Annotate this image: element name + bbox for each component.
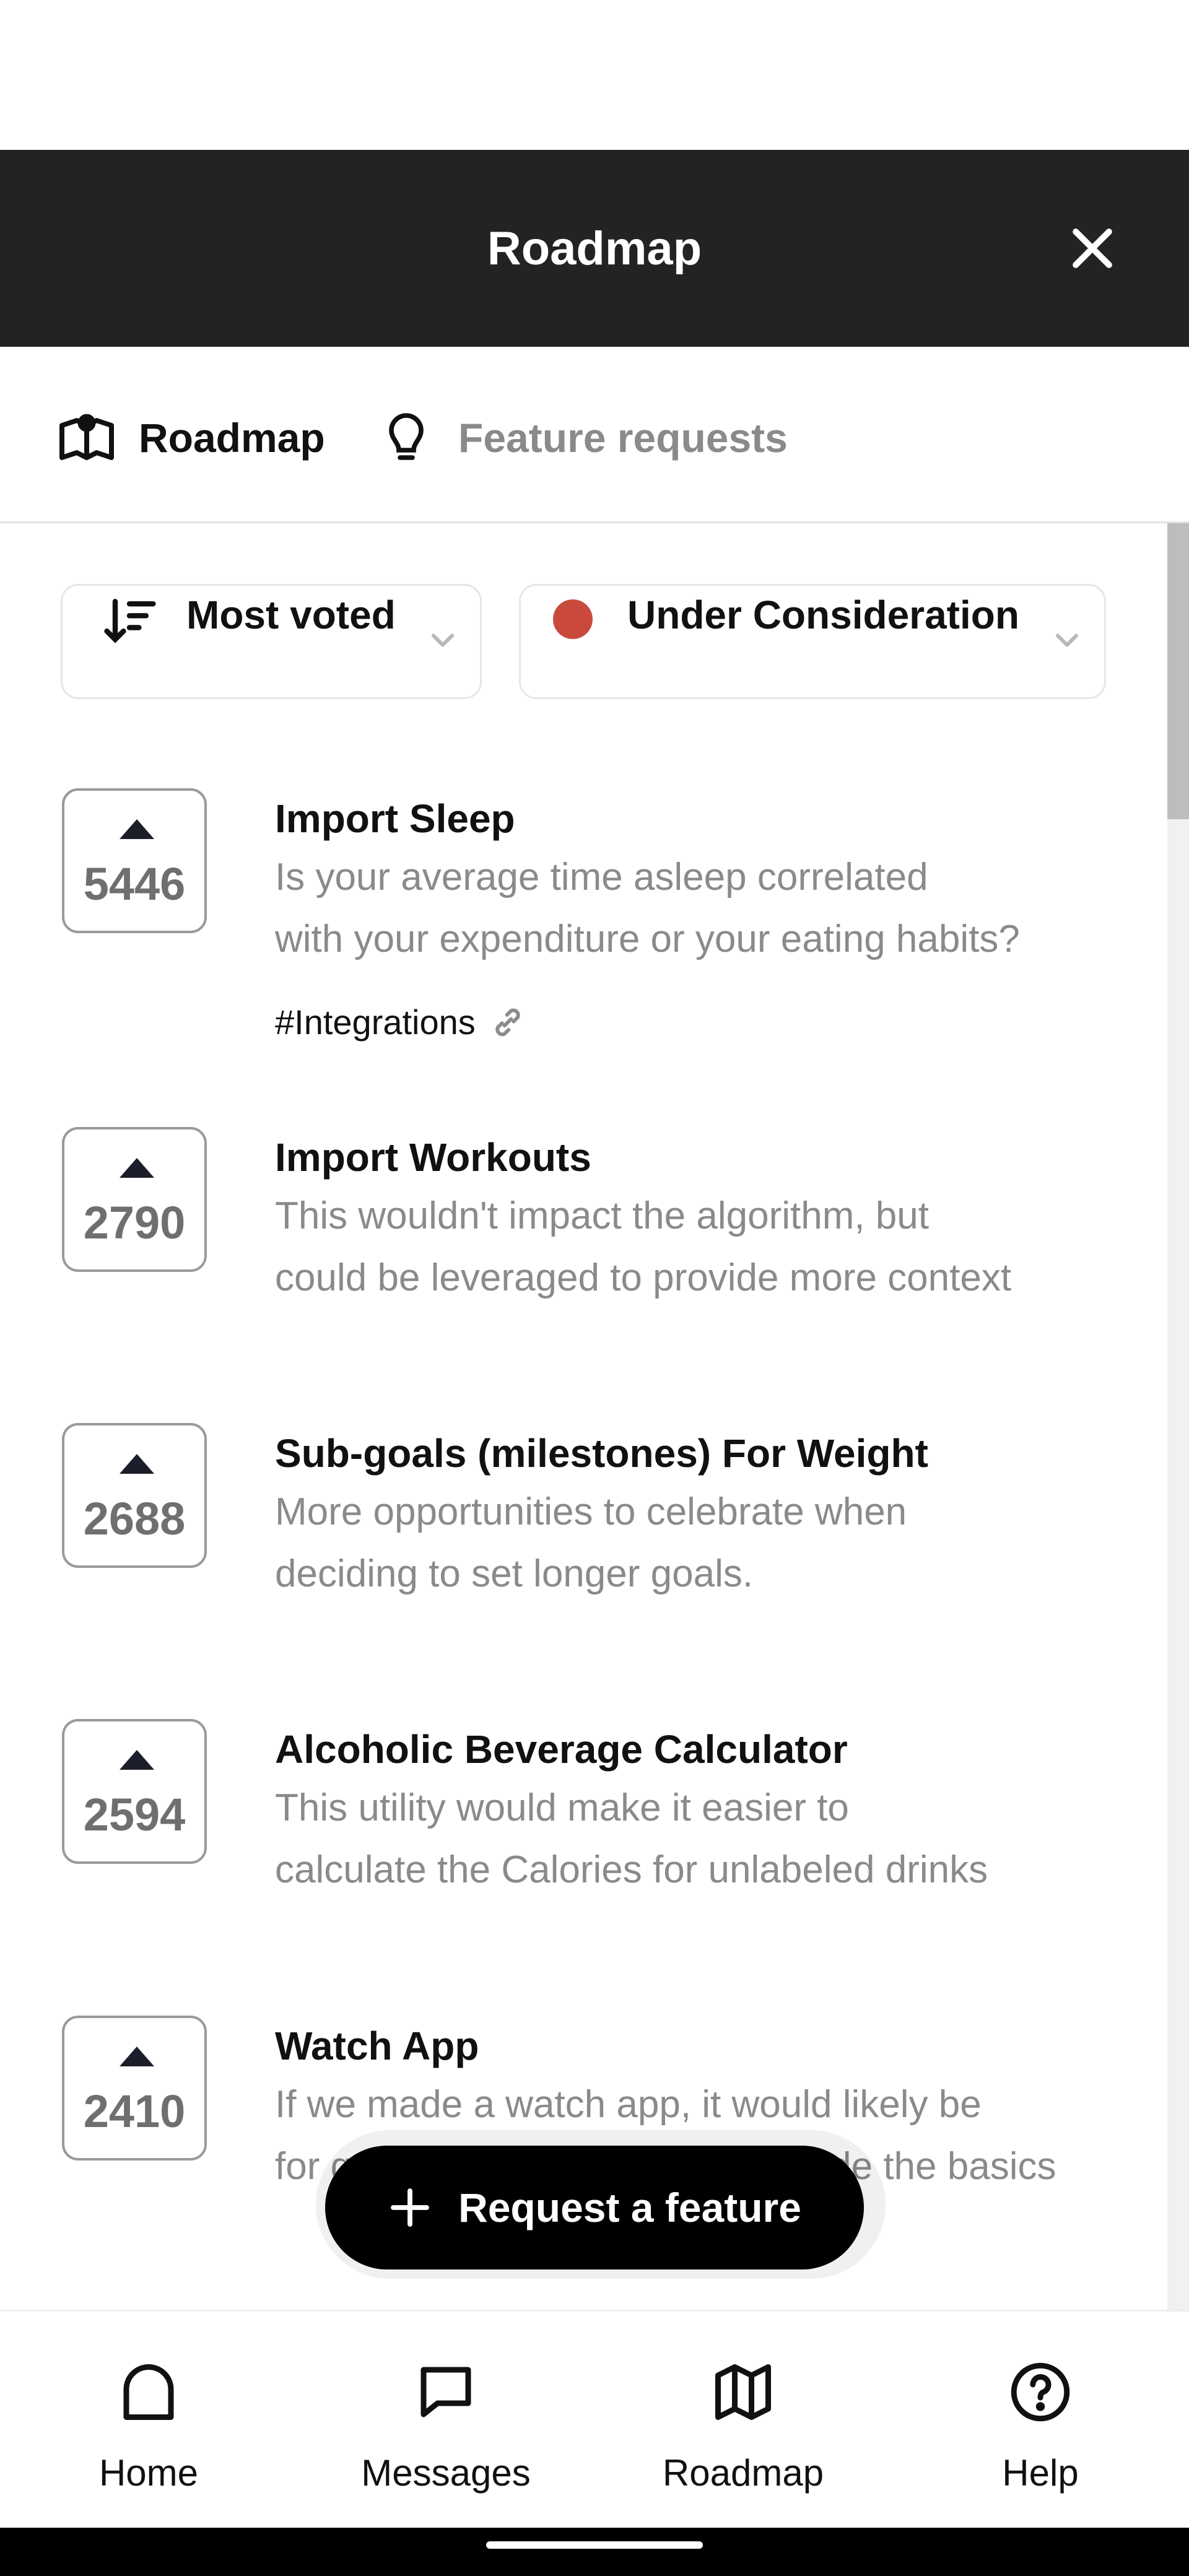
tab-roadmap-label: Roadmap (139, 415, 325, 461)
feature-item: 2688 Sub-goals (milestones) For Weight M… (0, 1423, 1167, 1683)
chat-bubble-icon (420, 2367, 471, 2417)
nav-messages-label: Messages (361, 2452, 531, 2494)
page-title: Roadmap (487, 222, 702, 275)
nav-home-label: Home (98, 2452, 199, 2494)
feature-item: 2594 Alcoholic Beverage Calculator This … (0, 1719, 1167, 1979)
vote-count: 2790 (83, 1197, 186, 1248)
header: Roadmap (0, 150, 1189, 347)
upvote-arrow-icon (120, 2047, 154, 2066)
scrollbar-thumb[interactable] (1167, 523, 1189, 819)
system-navigation-bar (0, 2528, 1189, 2576)
tab-feature-requests[interactable]: Feature requests (377, 404, 788, 472)
nav-messages[interactable]: Messages (297, 2359, 594, 2513)
feature-title[interactable]: Alcoholic Beverage Calculator (275, 1726, 848, 1772)
feature-description-line: Is your average time asleep correlated (275, 856, 928, 899)
sort-dropdown-label: Most voted (186, 593, 396, 637)
feature-tag[interactable]: #Integrations (275, 1002, 528, 1042)
home-indicator[interactable] (486, 2541, 703, 2549)
close-icon (1073, 228, 1112, 268)
nav-help-label: Help (1002, 2452, 1079, 2494)
feature-description-line: This wouldn't impact the algorithm, but (275, 1194, 929, 1237)
status-bar-area (0, 0, 1189, 150)
feature-title[interactable]: Sub-goals (milestones) For Weight (275, 1430, 928, 1476)
feature-description: This utility would make it easier to cal… (275, 1777, 1061, 1901)
plus-icon (391, 2188, 429, 2227)
feature-description-line: If we made a watch app, it would likely … (275, 2083, 982, 2126)
vote-count: 2594 (83, 1789, 186, 1840)
upvote-button[interactable]: 2790 (62, 1127, 207, 1272)
nav-home[interactable]: Home (0, 2359, 297, 2513)
close-button[interactable] (1064, 220, 1121, 277)
upvote-button[interactable]: 2410 (62, 2016, 207, 2160)
feature-title[interactable]: Import Sleep (275, 796, 515, 842)
upvote-button[interactable]: 2594 (62, 1719, 207, 1864)
map-icon (715, 2364, 771, 2420)
status-dropdown-label: Under Consideration (627, 593, 1019, 637)
upvote-arrow-icon (120, 819, 154, 839)
vote-count: 2410 (83, 2086, 186, 2137)
sort-dropdown[interactable]: Most voted (61, 584, 482, 699)
map-book-icon (59, 414, 114, 460)
feature-description-line: calculate the Calories for unlabeled dri… (275, 1848, 988, 1891)
nav-roadmap[interactable]: Roadmap (594, 2359, 892, 2513)
sort-descending-icon (104, 599, 156, 643)
feature-title[interactable]: Watch App (275, 2023, 479, 2069)
scrollbar[interactable] (1167, 523, 1189, 2310)
upvote-button[interactable]: 2688 (62, 1423, 207, 1568)
feature-description: This wouldn't impact the algorithm, but … (275, 1185, 1061, 1309)
feature-title[interactable]: Import Workouts (275, 1134, 591, 1180)
feature-description-line: deciding to set longer goals. (275, 1552, 754, 1595)
chevron-down-icon (432, 633, 454, 647)
feature-description-line: This utility would make it easier to (275, 1786, 849, 1829)
vote-count: 5446 (83, 858, 186, 910)
help-circle-icon (1011, 2362, 1070, 2422)
request-feature-label: Request a feature (458, 2185, 801, 2230)
upvote-button[interactable]: 5446 (62, 788, 207, 933)
link-icon (495, 1008, 520, 1036)
feature-description-line: with your expenditure or your eating hab… (275, 918, 1020, 960)
status-dropdown[interactable]: Under Consideration (519, 584, 1106, 699)
chevron-down-icon (1056, 633, 1078, 647)
nav-help[interactable]: Help (892, 2359, 1189, 2513)
feature-description: Is your average time asleep correlated w… (275, 846, 1061, 970)
upvote-arrow-icon (120, 1158, 154, 1178)
feature-item: 2790 Import Workouts This wouldn't impac… (0, 1127, 1167, 1387)
tab-feature-requests-label: Feature requests (458, 415, 788, 461)
roadmap-list: Most voted Under Consideration 5446 Impo… (0, 523, 1167, 2310)
feature-description-line: could be leveraged to provide more conte… (275, 1256, 1012, 1299)
bottom-navigation: Home Messages Roadmap Help (0, 2310, 1189, 2530)
feature-tag-label: #Integrations (275, 1003, 476, 1042)
upvote-arrow-icon (120, 1454, 154, 1474)
nav-roadmap-label: Roadmap (662, 2452, 824, 2494)
tab-roadmap[interactable]: Roadmap (57, 404, 325, 472)
status-dot (553, 599, 593, 639)
upvote-arrow-icon (120, 1750, 154, 1770)
feature-description-line: More opportunities to celebrate when (275, 1490, 907, 1533)
vote-count: 2688 (83, 1493, 186, 1544)
tab-bar: Roadmap Feature requests (0, 347, 1189, 523)
request-feature-button[interactable]: Request a feature (325, 2146, 864, 2269)
lightbulb-icon (389, 413, 424, 460)
feature-description: More opportunities to celebrate when dec… (275, 1481, 1061, 1605)
feature-item: 5446 Import Sleep Is your average time a… (0, 788, 1167, 1048)
home-icon (123, 2364, 174, 2420)
